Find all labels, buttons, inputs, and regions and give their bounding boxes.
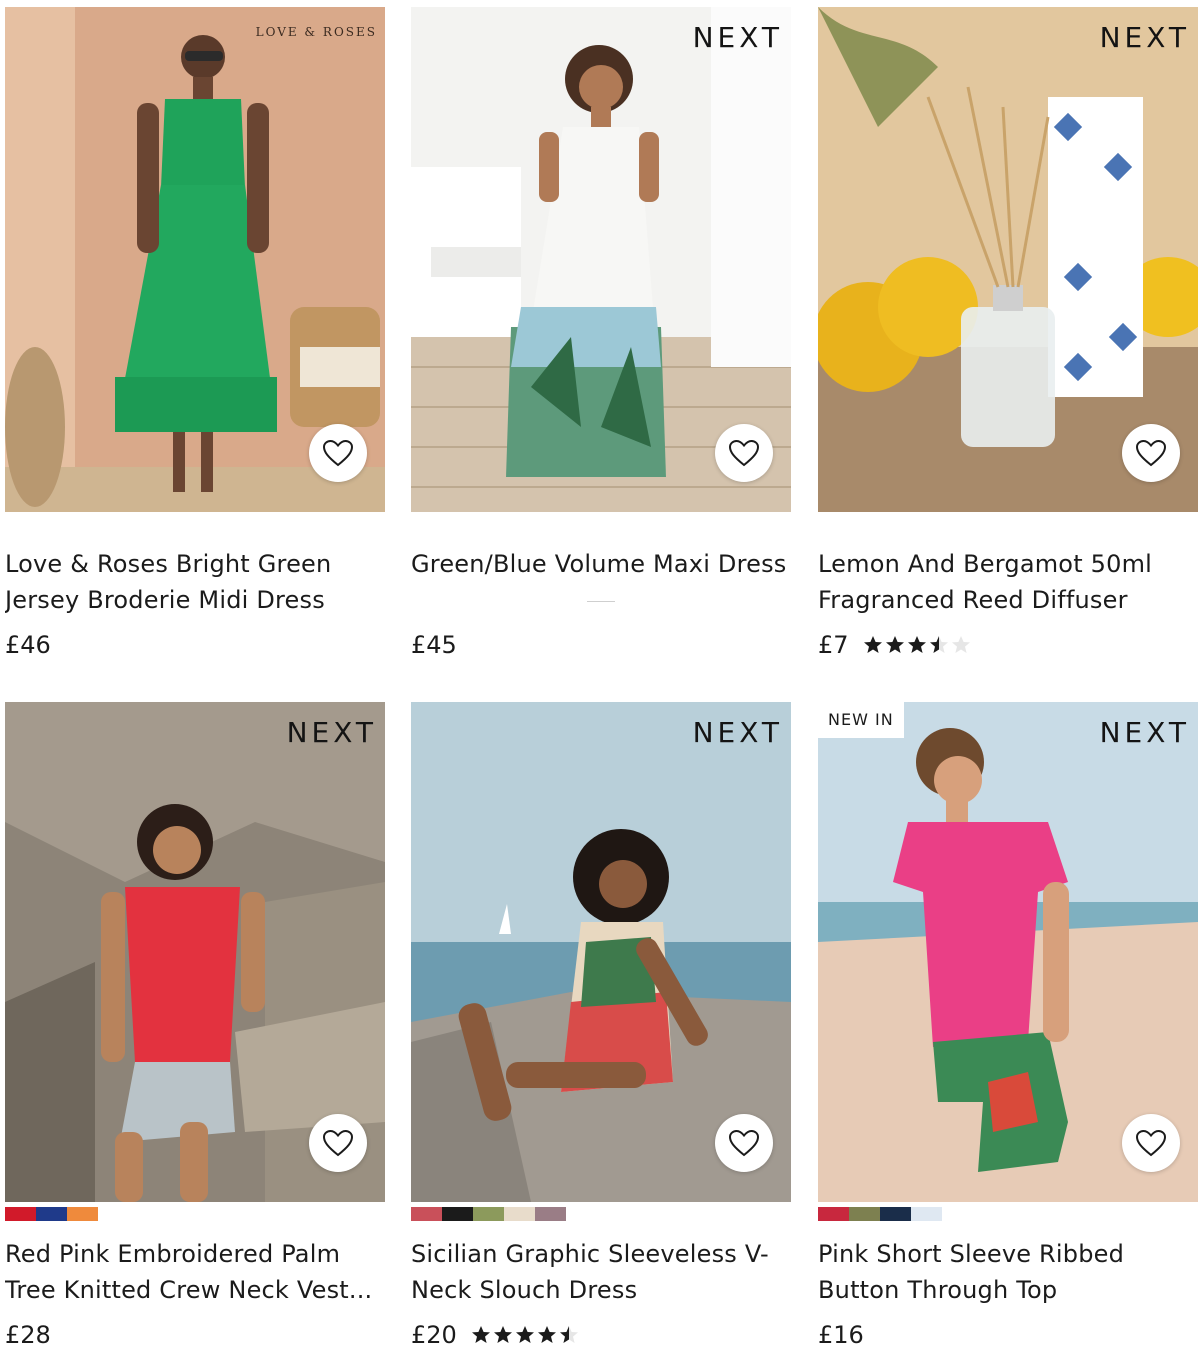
product-card[interactable]: NEXT Sicilian Graphic Sleeveless V-Neck …: [411, 702, 791, 1353]
favourite-button[interactable]: [1122, 424, 1180, 482]
product-card[interactable]: NEXT Lemon And Bergamot 50ml Fragranced …: [818, 7, 1198, 663]
colour-swatch[interactable]: [411, 1207, 442, 1221]
product-image[interactable]: LOVE & ROSES: [5, 7, 385, 512]
heart-outline-icon: [322, 439, 354, 467]
product-title[interactable]: Red Pink Embroidered Palm Tree Knitted C…: [5, 1236, 385, 1308]
price-row: £16: [818, 1317, 1198, 1353]
star-icon: [537, 1326, 556, 1343]
product-price: £7: [818, 631, 849, 659]
star-icon: [515, 1326, 534, 1343]
colour-swatch[interactable]: [5, 1207, 36, 1221]
product-price: £16: [818, 1321, 864, 1349]
star-icon: [493, 1326, 512, 1343]
price-row: £7: [818, 627, 1198, 663]
favourite-button[interactable]: [309, 424, 367, 482]
colour-swatch[interactable]: [880, 1207, 911, 1221]
heart-outline-icon: [322, 1129, 354, 1157]
favourite-button[interactable]: [309, 1114, 367, 1172]
favourite-button[interactable]: [715, 424, 773, 482]
product-card[interactable]: NEW IN NEXT Pink Short Sleeve Ribbed But…: [818, 702, 1198, 1353]
product-image[interactable]: NEXT: [818, 7, 1198, 512]
product-card[interactable]: NEXT Red Pink Embroidered Palm Tree Knit…: [5, 702, 385, 1353]
product-price: £45: [411, 631, 457, 659]
colour-swatches[interactable]: [5, 1207, 385, 1221]
brand-logo: LOVE & ROSES: [255, 25, 377, 39]
brand-logo: NEXT: [1099, 21, 1190, 54]
heart-outline-icon: [1135, 1129, 1167, 1157]
colour-swatch[interactable]: [818, 1207, 849, 1221]
star-icon: [907, 636, 926, 653]
product-title[interactable]: Pink Short Sleeve Ribbed Button Through …: [818, 1236, 1198, 1308]
colour-swatch[interactable]: [36, 1207, 67, 1221]
colour-swatches[interactable]: [411, 1207, 791, 1221]
product-image[interactable]: NEXT: [411, 7, 791, 512]
favourite-button[interactable]: [715, 1114, 773, 1172]
product-title[interactable]: Lemon And Bergamot 50ml Fragranced Reed …: [818, 546, 1198, 618]
price-row: £20: [411, 1317, 791, 1353]
product-image[interactable]: NEXT: [411, 702, 791, 1202]
product-title[interactable]: Love & Roses Bright Green Jersey Broderi…: [5, 546, 385, 618]
colour-swatch[interactable]: [911, 1207, 942, 1221]
star-icon: [929, 636, 948, 653]
product-image[interactable]: NEXT: [5, 702, 385, 1202]
product-title[interactable]: Green/Blue Volume Maxi Dress: [411, 546, 791, 618]
product-price: £20: [411, 1321, 457, 1349]
brand-logo: NEXT: [692, 21, 783, 54]
heart-outline-icon: [728, 439, 760, 467]
product-image[interactable]: NEW IN NEXT: [818, 702, 1198, 1202]
colour-swatch[interactable]: [849, 1207, 880, 1221]
star-icon: [885, 636, 904, 653]
colour-swatch[interactable]: [473, 1207, 504, 1221]
star-icon: [559, 1326, 578, 1343]
product-price: £28: [5, 1321, 51, 1349]
product-price: £46: [5, 631, 51, 659]
star-icon: [471, 1326, 490, 1343]
brand-logo: NEXT: [286, 716, 377, 749]
star-rating: [863, 635, 971, 655]
heart-outline-icon: [1135, 439, 1167, 467]
colour-swatches[interactable]: [818, 1207, 1198, 1221]
colour-swatch[interactable]: [442, 1207, 473, 1221]
divider: [587, 601, 615, 602]
new-in-badge: NEW IN: [818, 702, 904, 738]
star-icon: [863, 636, 882, 653]
star-rating: [471, 1325, 579, 1345]
product-card[interactable]: LOVE & ROSES Love & Roses Bright Green J…: [5, 7, 385, 663]
price-row: £46: [5, 627, 385, 663]
colour-swatch[interactable]: [67, 1207, 98, 1221]
star-icon: [951, 636, 970, 653]
colour-swatch[interactable]: [504, 1207, 535, 1221]
brand-logo: NEXT: [1099, 716, 1190, 749]
product-card[interactable]: NEXT Green/Blue Volume Maxi Dress £45: [411, 7, 791, 663]
brand-logo: NEXT: [692, 716, 783, 749]
product-title[interactable]: Sicilian Graphic Sleeveless V-Neck Slouc…: [411, 1236, 791, 1308]
colour-swatch[interactable]: [535, 1207, 566, 1221]
price-row: £45: [411, 627, 791, 663]
favourite-button[interactable]: [1122, 1114, 1180, 1172]
heart-outline-icon: [728, 1129, 760, 1157]
price-row: £28: [5, 1317, 385, 1353]
